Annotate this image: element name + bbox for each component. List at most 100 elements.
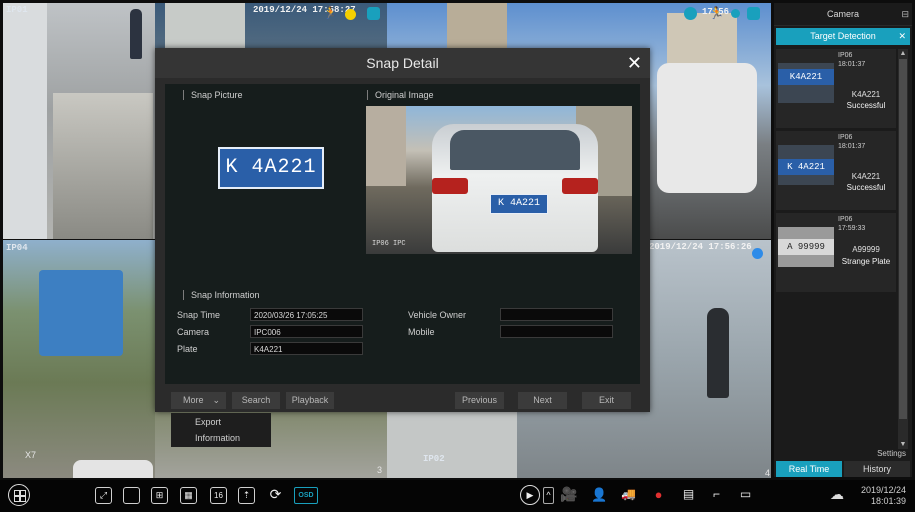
alarm-icon[interactable]: ●: [650, 487, 667, 504]
plate-thumbnail: K 4A221: [778, 145, 834, 185]
motion-alarm-icon: 🏃: [323, 6, 338, 20]
panel-title: Camera ⊟: [774, 3, 912, 26]
vehicle-owner-label: Vehicle Owner: [408, 310, 467, 320]
panel-menu-icon[interactable]: ⊟: [901, 3, 909, 25]
next-button[interactable]: Next: [518, 392, 567, 409]
chevron-down-icon[interactable]: ▼: [898, 440, 908, 449]
tab-history[interactable]: History: [844, 461, 910, 477]
menu-item-export[interactable]: Export: [195, 417, 221, 427]
playback-button[interactable]: Playback: [286, 392, 334, 409]
person-figure: [130, 9, 142, 59]
building: [366, 106, 406, 186]
more-button-label: More: [183, 395, 204, 405]
clock-time: 18:01:39: [870, 496, 906, 506]
white-car: [73, 460, 153, 478]
osd-button[interactable]: OSD: [294, 487, 318, 504]
card-plate: K4A221: [851, 172, 881, 181]
camera-field[interactable]: IPC006: [250, 325, 363, 338]
split-16-icon[interactable]: 16: [210, 487, 227, 504]
more-button[interactable]: More ⌄: [171, 392, 226, 409]
camera-number: X7: [25, 450, 37, 460]
close-icon[interactable]: ✕: [627, 48, 642, 78]
panel-scrollbar[interactable]: ▲ ▼: [898, 49, 908, 449]
chevron-down-icon: ⌄: [212, 395, 220, 405]
snap-time-field[interactable]: 2020/03/26 17:05:25: [250, 308, 363, 321]
blue-truck: [39, 270, 123, 356]
card-result: Strange Plate: [841, 257, 891, 266]
plate-field[interactable]: K4A221: [250, 342, 363, 355]
section-snap-information: Snap Information: [183, 290, 260, 300]
tab-target-detection[interactable]: Target Detection ✕: [776, 28, 910, 45]
taillight: [432, 178, 468, 194]
snap-detail-dialog: Snap Detail ✕ Snap Picture Original Imag…: [155, 48, 650, 412]
disk-icon[interactable]: ▤: [680, 487, 697, 504]
settings-link[interactable]: Settings: [877, 449, 906, 458]
camera-timestamp: 2019/12/24 17:56:26: [649, 242, 752, 252]
detection-card[interactable]: A 99999 IP06 17:59:33 A99999 Strange Plat…: [776, 213, 896, 292]
more-dropdown-menu: Export Information: [171, 413, 271, 447]
card-camera: IP06: [838, 134, 853, 141]
office-wall: [387, 410, 517, 478]
shield-icon: [684, 7, 697, 20]
license-plate: K 4A221: [490, 194, 548, 214]
record-status-icon: [752, 248, 763, 259]
chevron-up-icon[interactable]: ▲: [898, 49, 908, 58]
start-menu-icon[interactable]: [8, 484, 30, 506]
white-car: [657, 63, 757, 193]
dialog-body: Snap Picture Original Image K 4A221 IP06…: [165, 84, 640, 384]
plate-label: Plate: [177, 344, 198, 354]
camera-number: 4: [765, 468, 771, 478]
monitor-icon[interactable]: ▭: [737, 487, 754, 504]
card-meta: IP06 17:59:33: [838, 215, 865, 233]
refresh-icon[interactable]: ⟳: [267, 487, 284, 504]
truck-icon[interactable]: 🚚: [620, 487, 637, 504]
image-osd: IP06 IPC: [372, 240, 406, 248]
camera-label: Camera: [177, 327, 210, 337]
scrollbar-thumb[interactable]: [899, 59, 907, 419]
card-camera: IP06: [838, 52, 853, 59]
tab-real-time[interactable]: Real Time: [776, 461, 842, 477]
corridor-floor: [53, 93, 153, 239]
mobile-field[interactable]: [500, 325, 613, 338]
person-search-icon[interactable]: 👤: [591, 487, 608, 504]
cloud-upload-icon[interactable]: ☁: [830, 486, 852, 502]
vehicle-owner-field[interactable]: [500, 308, 613, 321]
chevron-up-icon[interactable]: ^: [543, 487, 554, 504]
bottom-toolbar: ⤢ ⊞ ▦ 16 ⇡ ⟳ OSD ▶ ^ 🎥 👤 🚚 ● ▤ ⌐ ▭ ☁ 201…: [0, 480, 915, 512]
card-plate: K4A221: [851, 90, 881, 99]
exit-button[interactable]: Exit: [582, 392, 631, 409]
plate-thumbnail-text: K 4A221: [778, 159, 834, 175]
menu-item-information[interactable]: Information: [195, 433, 240, 443]
camera-view-1[interactable]: IP01: [3, 3, 155, 239]
snap-time-label: Snap Time: [177, 310, 221, 320]
camera-label: IP02: [423, 454, 445, 464]
panel-title-label: Camera: [826, 9, 859, 19]
clock: 2019/12/24 18:01:39: [861, 485, 906, 507]
detection-card[interactable]: K4A221 IP06 18:01:37 K4A221 Successful: [776, 49, 896, 128]
sequence-view-icon[interactable]: ⇡: [238, 487, 255, 504]
previous-button[interactable]: Previous: [455, 392, 504, 409]
card-meta: IP06 18:01:37: [838, 51, 865, 69]
split-4-icon[interactable]: ⊞: [151, 487, 168, 504]
close-icon[interactable]: ✕: [898, 28, 906, 45]
card-result: Successful: [846, 101, 886, 110]
section-snap-picture: Snap Picture: [183, 90, 243, 100]
detection-card[interactable]: K 4A221 IP06 18:01:37 K4A221 Successful: [776, 131, 896, 210]
split-1-icon[interactable]: [123, 487, 140, 504]
split-9-icon[interactable]: ▦: [180, 487, 197, 504]
camera-view-4[interactable]: IP04 X7: [3, 240, 155, 478]
camera-record-icon[interactable]: 🎥: [560, 487, 577, 504]
card-time: 17:59:33: [838, 225, 866, 232]
network-icon[interactable]: ⌐: [708, 487, 725, 504]
record-status-icon: [731, 9, 740, 18]
snap-plate-image[interactable]: K 4A221: [218, 147, 324, 189]
camera-label: IP01: [6, 5, 28, 15]
original-image[interactable]: K 4A221 IP06 IPC: [366, 106, 632, 254]
fullscreen-icon[interactable]: ⤢: [95, 487, 112, 504]
tab-label: Target Detection: [810, 31, 876, 41]
plate-thumbnail-text: A 99999: [778, 239, 834, 255]
play-icon[interactable]: ▶: [520, 485, 540, 505]
motion-alarm-icon: 🏃: [709, 6, 724, 20]
card-plate: A99999: [852, 245, 880, 254]
search-button[interactable]: Search: [232, 392, 280, 409]
